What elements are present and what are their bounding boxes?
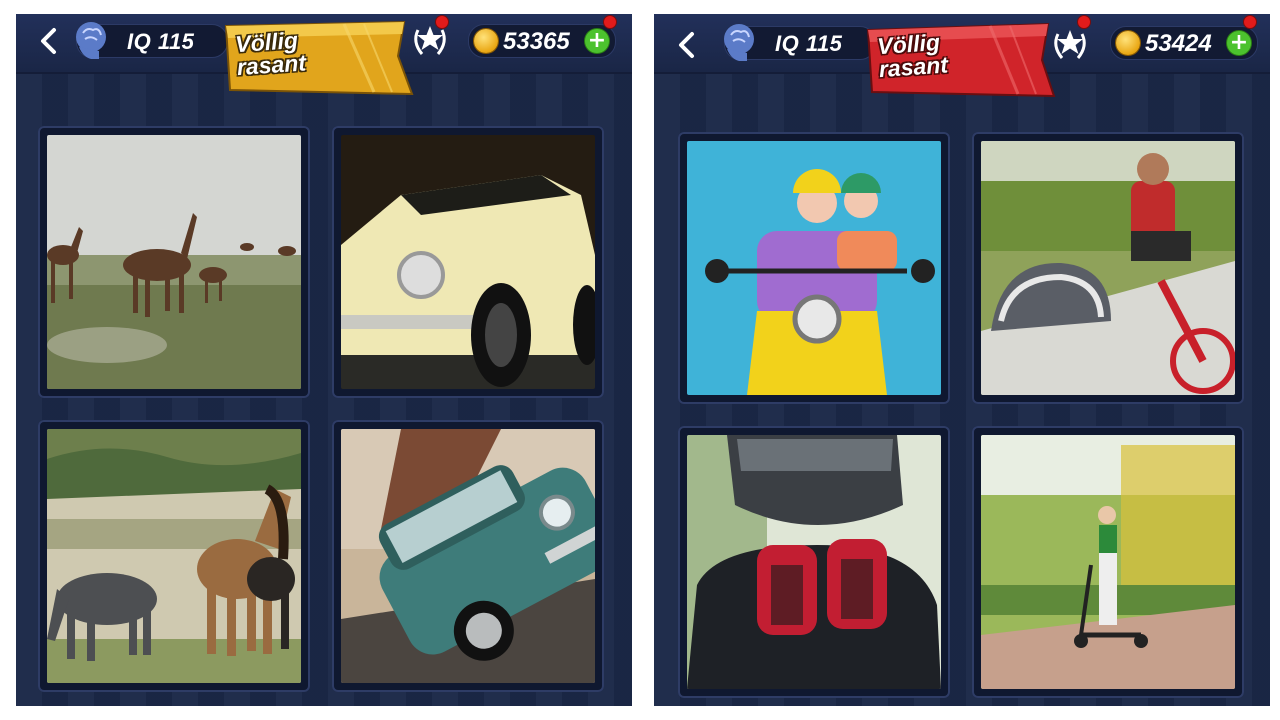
cream-vintage-muscle-car xyxy=(341,135,595,389)
back-button[interactable] xyxy=(34,24,64,58)
picture-tile-4[interactable] xyxy=(972,426,1244,698)
game-screen-right: IQ 115 Völlig rasant 53424 + xyxy=(654,14,1270,706)
iq-value: IQ 115 xyxy=(127,29,195,54)
picture-tile-2[interactable] xyxy=(972,132,1244,404)
coin-value: 53424 xyxy=(1145,30,1212,57)
game-screen-left: IQ 115 Völlig rasant 53365 + xyxy=(16,14,632,706)
coin-balance[interactable]: 53424 + xyxy=(1110,26,1258,60)
picture-tile-3[interactable] xyxy=(678,426,950,698)
chevron-left-icon xyxy=(679,32,694,58)
level-banner: Völlig rasant xyxy=(224,20,414,96)
coin-icon xyxy=(1116,31,1140,55)
notification-dot xyxy=(1244,16,1256,28)
picture-tile-1[interactable] xyxy=(38,126,310,398)
bike-helmet-and-cyclist xyxy=(981,141,1235,395)
picture-tile-2[interactable] xyxy=(332,126,604,398)
top-bar: IQ 115 Völlig rasant 53365 + xyxy=(16,14,632,96)
back-button[interactable] xyxy=(672,28,702,62)
add-coins-button[interactable]: + xyxy=(585,29,609,53)
brain-head-icon xyxy=(724,24,754,61)
notification-dot xyxy=(436,16,448,28)
coin-balance[interactable]: 53365 + xyxy=(468,24,616,58)
level-banner: Völlig rasant xyxy=(866,22,1056,98)
horses-grazing-in-pasture xyxy=(47,429,301,683)
woman-on-electric-scooter xyxy=(981,435,1235,689)
notification-dot xyxy=(1078,16,1090,28)
notification-dot xyxy=(604,16,616,28)
brain-head-icon xyxy=(76,22,106,59)
iq-value: IQ 115 xyxy=(775,31,843,56)
coin-value: 53365 xyxy=(503,28,570,55)
iq-indicator[interactable]: IQ 115 xyxy=(76,22,228,59)
horses-running-in-mist xyxy=(47,135,301,389)
picture-tile-1[interactable] xyxy=(678,132,950,404)
chevron-left-icon xyxy=(41,28,56,54)
teal-classic-mustang xyxy=(341,429,595,683)
top-bar: IQ 115 Völlig rasant 53424 + xyxy=(654,14,1270,98)
add-coins-button[interactable]: + xyxy=(1227,31,1251,55)
picture-tile-3[interactable] xyxy=(38,420,310,692)
coin-icon xyxy=(474,29,498,53)
picture-tile-4[interactable] xyxy=(332,420,604,692)
elderly-couple-on-yellow-scooter xyxy=(687,141,941,395)
star-laurel-icon[interactable] xyxy=(1048,22,1092,66)
iq-indicator[interactable]: IQ 115 xyxy=(724,24,876,61)
motorcyclist-gloves-helmet xyxy=(687,435,941,689)
